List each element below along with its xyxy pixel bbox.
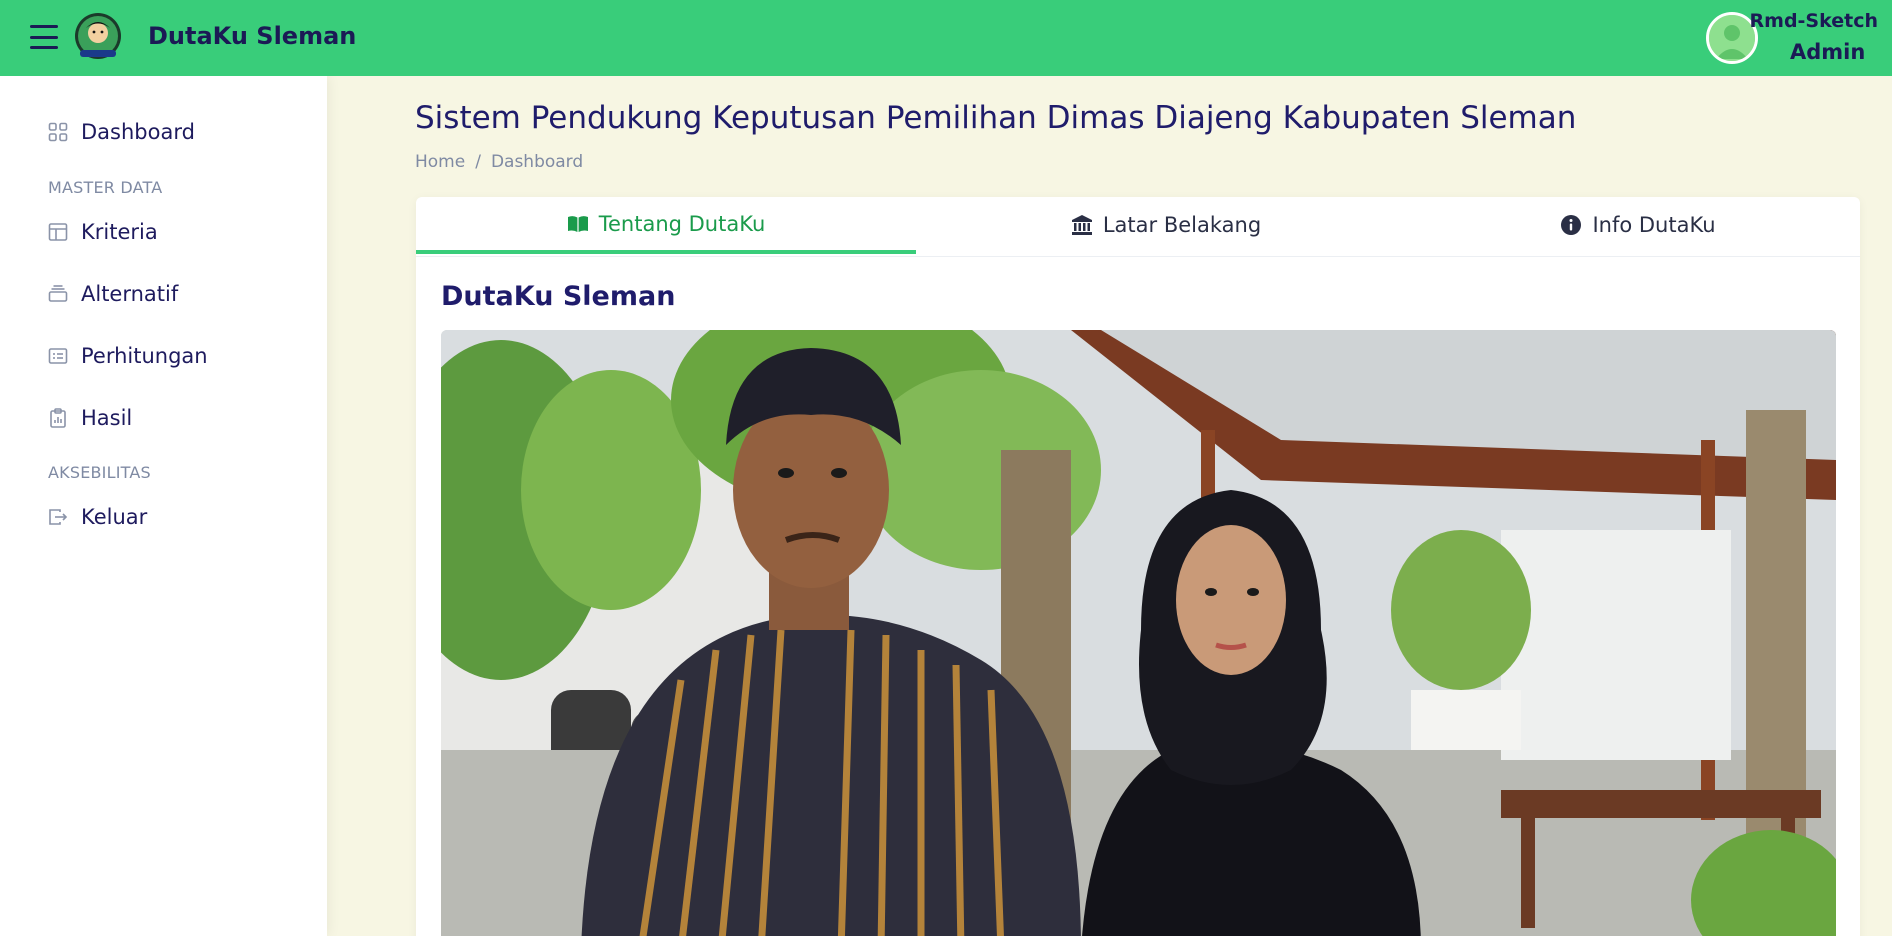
sidebar-item-kriteria[interactable]: Kriteria	[48, 220, 158, 244]
card-title: DutaKu Sleman	[441, 281, 676, 312]
sidebar-item-label: Perhitungan	[81, 344, 208, 368]
layout-icon	[48, 223, 68, 241]
menu-toggle-icon[interactable]	[30, 25, 58, 49]
user-role: Admin	[1790, 40, 1866, 64]
info-circle-icon	[1561, 215, 1582, 235]
sidebar-heading-aksebilitas: AKSEBILITAS	[48, 463, 151, 482]
layers-icon	[48, 285, 68, 302]
sidebar-item-label: Alternatif	[81, 282, 179, 306]
list-card-icon	[48, 348, 68, 364]
sidebar-item-label: Kriteria	[81, 220, 158, 244]
page-title: Sistem Pendukung Keputusan Pemilihan Dim…	[415, 100, 1577, 136]
bank-icon	[1071, 215, 1092, 235]
sidebar: Dashboard MASTER DATA Kriteria Alternati…	[0, 76, 327, 936]
brand-name[interactable]: DutaKu Sleman	[148, 22, 356, 50]
sidebar-item-label: Hasil	[81, 406, 133, 430]
sidebar-item-label: Keluar	[81, 505, 148, 529]
tab-info-dutaku[interactable]: Info DutaKu	[1416, 197, 1860, 253]
sidebar-item-dashboard[interactable]: Dashboard	[48, 120, 195, 144]
sidebar-item-keluar[interactable]: Keluar	[48, 505, 147, 529]
book-open-icon	[567, 215, 588, 232]
sidebar-heading-master-data: MASTER DATA	[48, 178, 163, 197]
sidebar-item-perhitungan[interactable]: Perhitungan	[48, 344, 208, 368]
breadcrumb-separator: /	[475, 152, 481, 172]
sidebar-item-hasil[interactable]: Hasil	[48, 406, 132, 430]
tab-bar: Tentang DutaKu Latar Belakang Info DutaK…	[416, 197, 1860, 257]
tab-tentang-dutaku[interactable]: Tentang DutaKu	[416, 197, 916, 254]
breadcrumb: Home / Dashboard	[415, 152, 583, 172]
tab-label: Info DutaKu	[1592, 213, 1716, 237]
brand-logo[interactable]	[71, 12, 125, 64]
top-navbar: DutaKu Sleman Rmd-Sketch Admin	[0, 0, 1892, 76]
breadcrumb-home[interactable]: Home	[415, 152, 465, 172]
sidebar-item-label: Dashboard	[81, 120, 195, 144]
grid-icon	[48, 122, 68, 142]
tab-latar-belakang[interactable]: Latar Belakang	[916, 197, 1416, 253]
breadcrumb-current: Dashboard	[490, 152, 584, 172]
sidebar-item-alternatif[interactable]: Alternatif	[48, 282, 178, 306]
clipboard-chart-icon	[50, 408, 66, 428]
user-name[interactable]: Rmd-Sketch	[1750, 10, 1878, 32]
content-card: Tentang DutaKu Latar Belakang Info DutaK…	[416, 197, 1860, 936]
logout-icon	[49, 509, 68, 525]
tab-label: Latar Belakang	[1102, 213, 1262, 237]
tab-label: Tentang DutaKu	[598, 211, 766, 236]
dutaku-photo	[441, 330, 1836, 936]
